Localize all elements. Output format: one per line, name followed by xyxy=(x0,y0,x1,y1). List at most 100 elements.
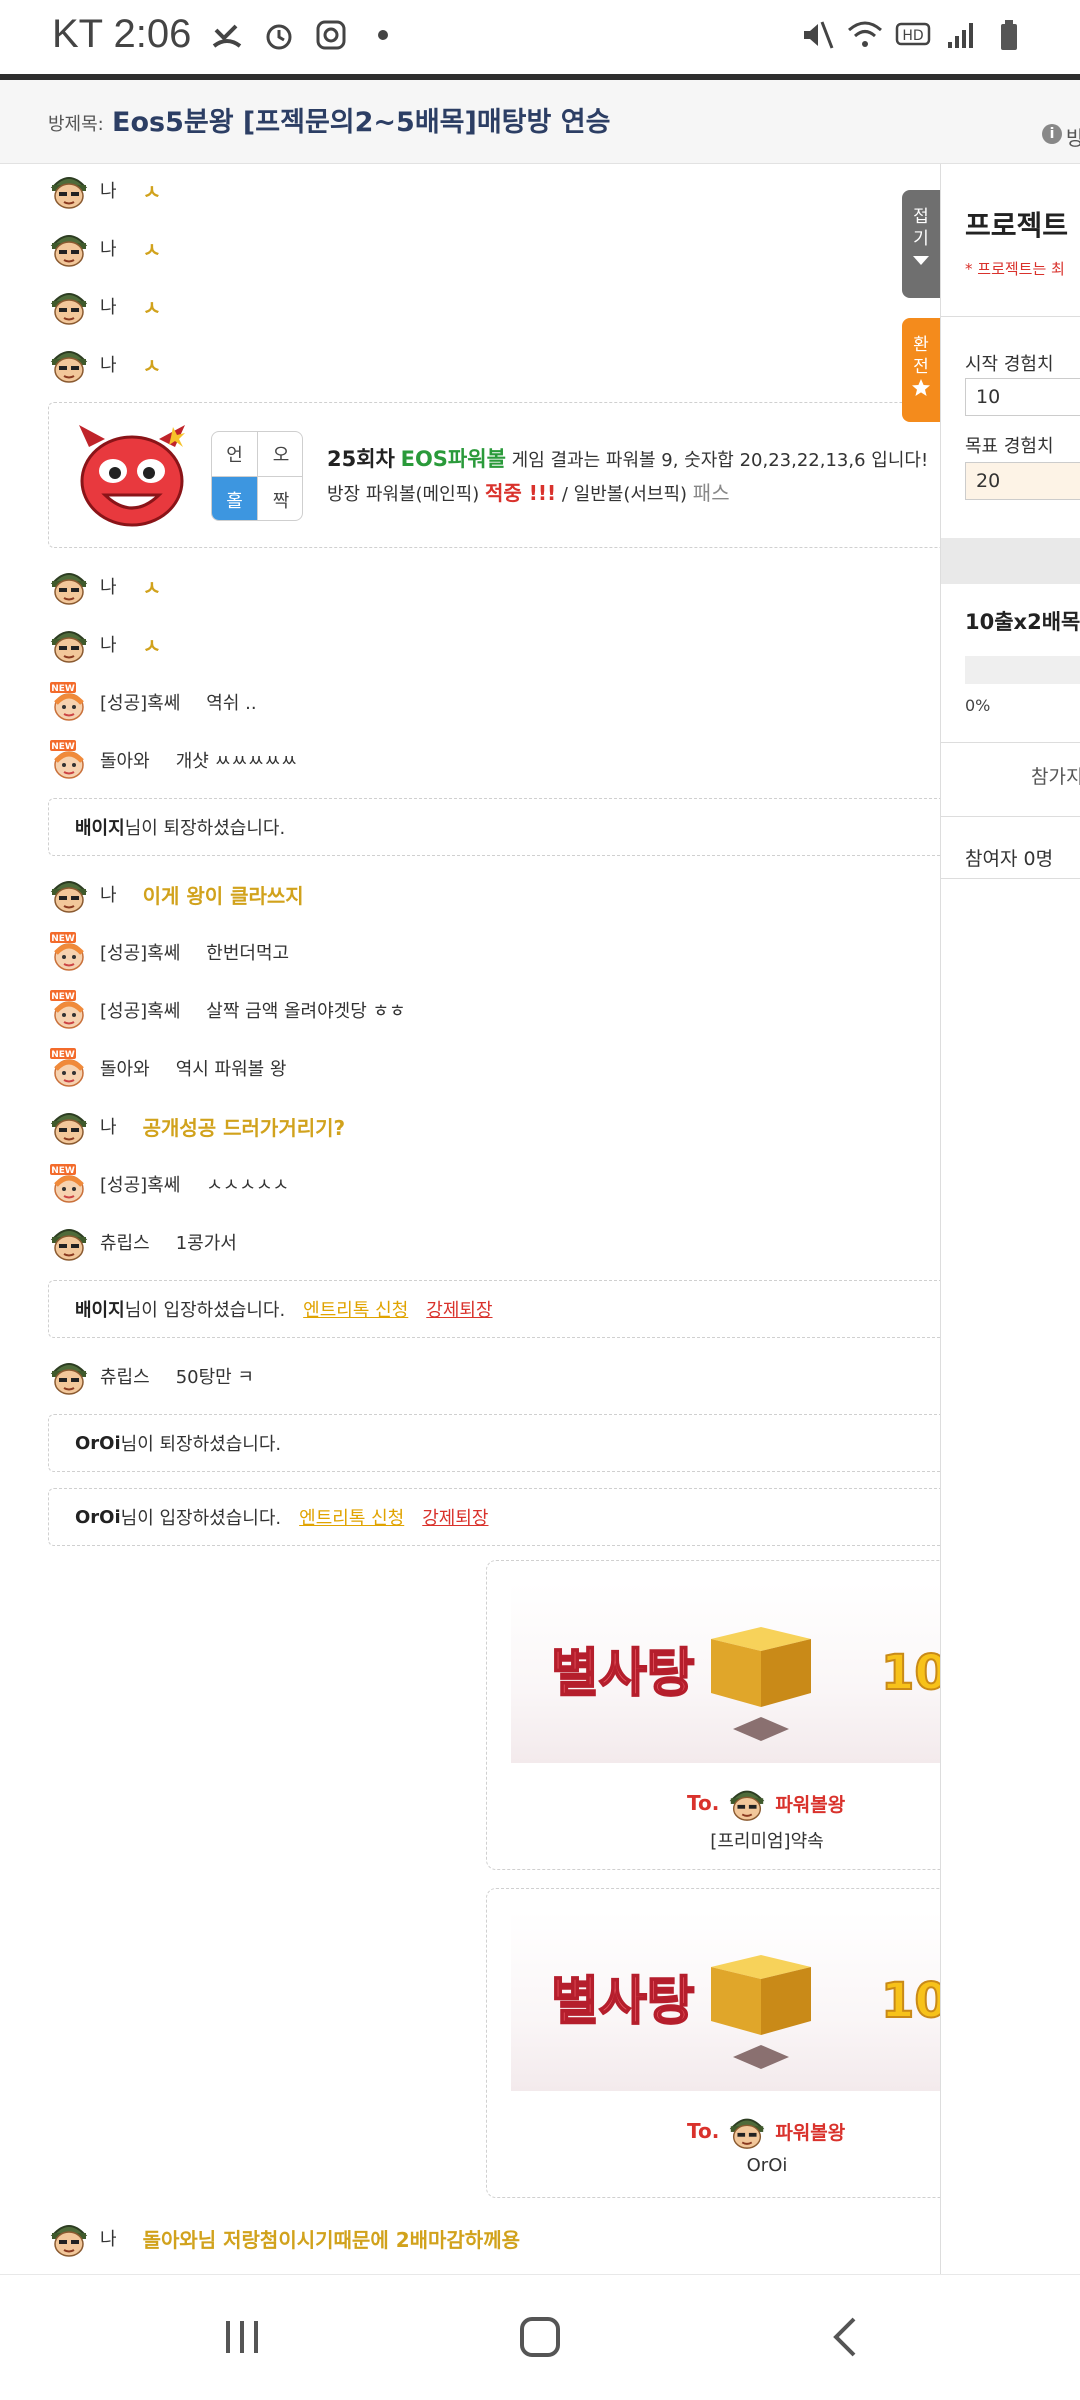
start-exp-input[interactable]: 10 xyxy=(965,378,1080,416)
room-title: Eos5분왕 [프젝문의2~5배목]매탕방 연승 xyxy=(112,107,611,138)
progress-bar xyxy=(965,656,1080,684)
game-round: 25회차 xyxy=(327,447,395,471)
system-user[interactable]: 배이지 xyxy=(75,814,125,840)
new-user-avatar-icon: NEW xyxy=(48,681,90,723)
chat-text: ㅅ xyxy=(142,237,161,262)
chat-nick[interactable]: [성공]혹쎄 xyxy=(100,939,180,965)
panel-divider xyxy=(941,878,1080,879)
system-text: 님이 퇴장하셨습니다. xyxy=(124,818,286,839)
chat-text: ㅅ xyxy=(142,575,161,600)
gift-recipient: To. 파워볼왕 xyxy=(687,1783,845,1823)
chat-message: 츄립스 1콩가서 xyxy=(48,1222,237,1262)
game-name: EOS파워볼 xyxy=(400,447,506,471)
chat-nick[interactable]: 나 xyxy=(100,235,117,261)
new-user-avatar-icon: NEW xyxy=(48,739,90,781)
chat-message: NEW [성공]혹쎄 역쉬 .. xyxy=(48,682,257,722)
recent-apps-icon[interactable] xyxy=(210,2305,274,2369)
participant-count: 참여자 0명 xyxy=(965,848,1054,870)
main-pick: 방장 파워볼(메인픽) xyxy=(327,484,480,505)
chat-nick[interactable]: 나 xyxy=(100,881,117,907)
target-exp-label: 목표 경험치 xyxy=(965,436,1054,457)
gift-recipient: To. 파워볼왕 xyxy=(687,2111,845,2151)
chat-text: 공개성공 드러가거리기? xyxy=(142,1115,346,1140)
chat-nick[interactable]: 돌아와 xyxy=(100,747,150,773)
fold-tab[interactable]: 접기 xyxy=(902,190,940,298)
dot-icon xyxy=(364,16,402,54)
target-exp-input[interactable]: 20 xyxy=(965,462,1080,500)
entry-talk-link[interactable]: 엔트리톡 신청 xyxy=(299,1504,404,1530)
missed-call-icon xyxy=(208,16,246,54)
chat-nick[interactable]: 나 xyxy=(100,2225,117,2251)
svg-text:NEW: NEW xyxy=(51,1050,75,1060)
star-candy-banner-icon: 별사탕 100 xyxy=(550,1955,940,2069)
svg-text:NEW: NEW xyxy=(51,992,75,1002)
soldier-avatar-icon xyxy=(727,1783,767,1823)
system-user[interactable]: OrOi xyxy=(75,1433,121,1454)
system-text: 님이 입장하셨습니다. xyxy=(124,1300,286,1321)
status-bar: KT 2:06 HD xyxy=(0,0,1080,76)
gift-sender[interactable]: OrOi xyxy=(487,2155,940,2176)
chat-nick[interactable]: [성공]혹쎄 xyxy=(100,1171,180,1197)
hd-voice-icon: HD xyxy=(894,16,932,54)
chat-nick[interactable]: 츄립스 xyxy=(100,1229,150,1255)
banner-amount: 100 xyxy=(881,1973,940,2029)
system-user[interactable]: 배이지 xyxy=(75,1296,125,1322)
system-text: 님이 퇴장하셨습니다. xyxy=(120,1434,282,1455)
back-icon[interactable] xyxy=(814,2305,878,2369)
chat-nick[interactable]: [성공]혹쎄 xyxy=(100,689,180,715)
soldier-avatar-icon xyxy=(48,2217,90,2259)
entry-talk-link[interactable]: 엔트리톡 신청 xyxy=(303,1296,408,1322)
panel-divider xyxy=(941,316,1080,317)
soldier-avatar-icon xyxy=(48,227,90,269)
panel-divider xyxy=(941,742,1080,743)
banner-text: 별사탕 xyxy=(551,1972,695,2032)
chat-nick[interactable]: 나 xyxy=(100,573,117,599)
svg-text:NEW: NEW xyxy=(51,742,75,752)
system-nav-bar xyxy=(0,2274,1080,2400)
status-time: KT 2:06 xyxy=(52,12,192,56)
chat-text: 역시 파워볼 왕 xyxy=(175,1059,287,1080)
gift-target[interactable]: 파워볼왕 xyxy=(775,2118,845,2145)
start-exp-label: 시작 경험치 xyxy=(965,354,1054,375)
gift-sender[interactable]: [프리미엄]약속 xyxy=(487,1827,940,1853)
chat-message: 나ㅅ xyxy=(48,170,161,210)
panel-band xyxy=(941,538,1080,584)
chat-nick[interactable]: 나 xyxy=(100,1113,117,1139)
chat-nick[interactable]: 돌아와 xyxy=(100,1055,150,1081)
join-button[interactable]: 참가지 xyxy=(1031,762,1080,789)
signal-icon xyxy=(942,16,980,54)
kick-link[interactable]: 강제퇴장 xyxy=(426,1296,492,1322)
kick-link[interactable]: 강제퇴장 xyxy=(422,1504,488,1530)
soldier-avatar-icon xyxy=(48,343,90,385)
info-icon[interactable]: i xyxy=(1042,124,1062,144)
room-title-label: 방제목: xyxy=(48,114,104,135)
system-message: 배이지 님이 퇴장하셨습니다. xyxy=(48,798,940,856)
gift-target[interactable]: 파워볼왕 xyxy=(775,1790,845,1817)
gift-banner: 별사탕 100 xyxy=(511,1583,940,1763)
triangle-down-icon xyxy=(913,256,929,265)
chat-nick[interactable]: 나 xyxy=(100,293,117,319)
battery-icon xyxy=(990,16,1028,54)
room-info-text[interactable]: 방 xyxy=(1066,122,1080,151)
panel-title: 프로젝트 xyxy=(965,209,1069,242)
chat-message: NEW [성공]혹쎄 한번더먹고 xyxy=(48,932,289,972)
chat-nick[interactable]: 츄립스 xyxy=(100,1363,150,1389)
banner-amount: 100 xyxy=(881,1645,940,1701)
chat-nick[interactable]: 나 xyxy=(100,631,117,657)
home-icon[interactable] xyxy=(508,2305,572,2369)
chat-nick[interactable]: 나 xyxy=(100,177,117,203)
project-panel: 프로젝트 * 프로젝트는 최 시작 경험치 10 목표 경험치 20 10출x2… xyxy=(940,164,1080,2274)
system-message: OrOi 님이 퇴장하셨습니다. xyxy=(48,1414,940,1472)
chat-log[interactable]: 나ㅅ 나ㅅ 나ㅅ 나ㅅ 언 오 홀 짝 25회차 EOS파워볼 게임 결과는 파… xyxy=(0,164,940,2274)
chat-text: 개샷 ㅆㅆㅆㅆㅆ xyxy=(175,751,298,772)
chat-message: NEW [성공]혹쎄 ㅅㅅㅅㅅㅅ xyxy=(48,1164,289,1204)
chat-nick[interactable]: 나 xyxy=(100,351,117,377)
chat-nick[interactable]: [성공]혹쎄 xyxy=(100,997,180,1023)
soldier-avatar-icon xyxy=(48,1221,90,1263)
soldier-avatar-icon xyxy=(48,873,90,915)
system-user[interactable]: OrOi xyxy=(75,1507,121,1528)
svg-text:NEW: NEW xyxy=(51,684,75,694)
exchange-tab[interactable]: 환전 xyxy=(902,318,940,422)
soldier-avatar-icon xyxy=(48,1355,90,1397)
alarm-icon xyxy=(260,16,298,54)
